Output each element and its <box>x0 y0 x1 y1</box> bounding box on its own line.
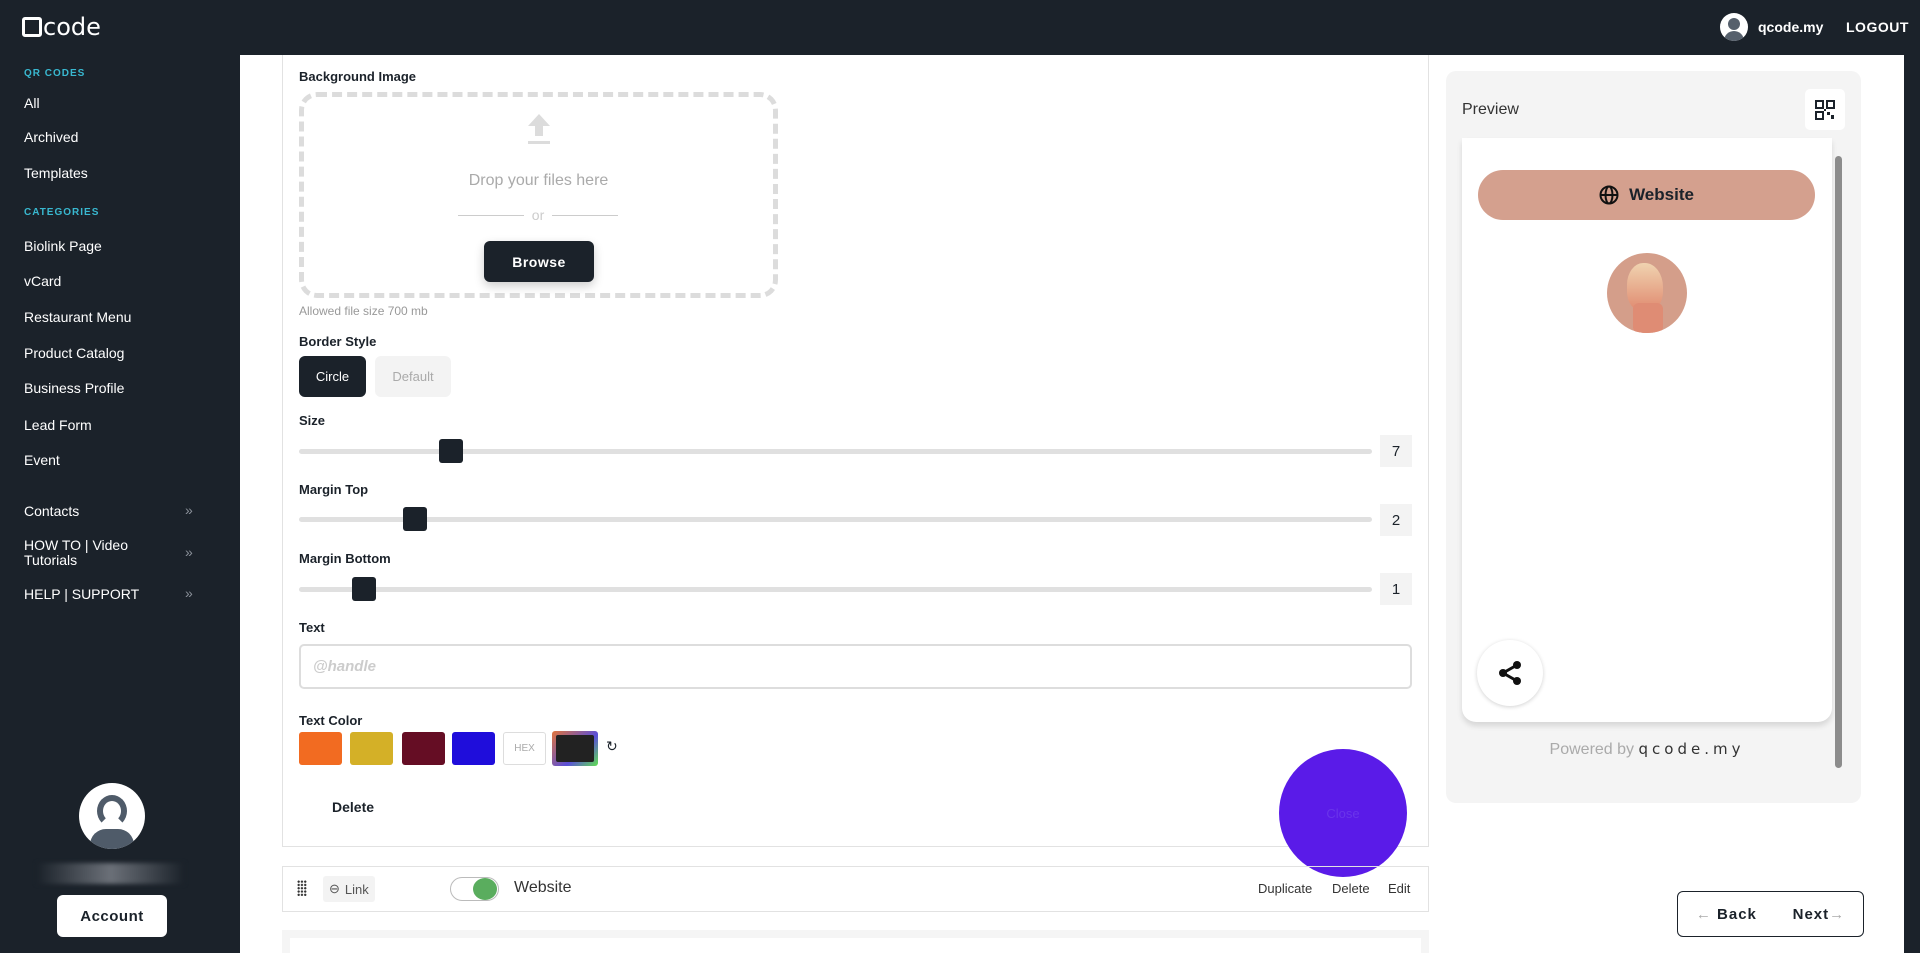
logo-text: code <box>43 13 101 41</box>
logout-button[interactable]: LOGOUT <box>1846 19 1909 35</box>
qr-code-icon <box>1815 99 1835 120</box>
margin-top-label: Margin Top <box>299 482 369 497</box>
chevron-double-right-icon[interactable]: » <box>185 585 193 601</box>
margin-bottom-slider[interactable] <box>299 587 1372 592</box>
border-style-circle[interactable]: Circle <box>299 356 366 397</box>
color-swatch-maroon[interactable] <box>402 732 445 765</box>
link-icon: ⊖ <box>329 881 340 896</box>
arrow-right-icon: → <box>1829 905 1846 923</box>
close-button[interactable]: Close <box>1279 749 1407 877</box>
duplicate-link-button[interactable]: Duplicate <box>1258 881 1312 896</box>
chevron-double-right-icon[interactable]: » <box>185 544 193 560</box>
text-label: Text <box>299 620 325 635</box>
color-swatch-yellow[interactable] <box>350 732 393 765</box>
link-type-badge: ⊖ Link <box>323 876 375 902</box>
powered-by-text: Powered by <box>1549 741 1635 758</box>
sidebar-item-product-catalog[interactable]: Product Catalog <box>24 346 124 361</box>
size-value: 7 <box>1380 435 1412 467</box>
account-button[interactable]: Account <box>57 895 167 937</box>
preview-title: Preview <box>1462 101 1519 118</box>
link-name: Website <box>514 879 572 896</box>
sidebar-item-business-profile[interactable]: Business Profile <box>24 381 124 396</box>
text-color-label: Text Color <box>299 713 363 728</box>
hex-input-button[interactable]: HEX <box>503 732 546 765</box>
margin-bottom-value: 1 <box>1380 573 1412 605</box>
margin-top-slider-thumb[interactable] <box>403 507 427 531</box>
qr-code-button[interactable] <box>1805 89 1845 130</box>
delete-block-button[interactable]: Delete <box>332 799 374 815</box>
back-button[interactable]: ← Back <box>1696 906 1757 923</box>
chevron-double-right-icon[interactable]: » <box>185 502 193 518</box>
drag-handle-icon[interactable] <box>297 880 307 896</box>
globe-icon <box>1599 185 1619 205</box>
color-picker[interactable] <box>552 731 598 766</box>
next-block-card <box>282 930 1429 953</box>
username: qcode.my <box>1758 19 1824 35</box>
selected-color-preview <box>556 735 594 762</box>
margin-top-value: 2 <box>1380 504 1412 536</box>
sidebar-item-templates[interactable]: Templates <box>24 166 88 181</box>
close-label: Close <box>1326 805 1360 821</box>
account-avatar-icon <box>79 783 145 849</box>
wizard-nav: ← Back Next→ <box>1677 891 1864 937</box>
color-swatch-orange[interactable] <box>299 732 342 765</box>
delete-link-button[interactable]: Delete <box>1332 881 1370 896</box>
size-slider-thumb[interactable] <box>439 439 463 463</box>
margin-top-slider[interactable] <box>299 517 1372 522</box>
margin-bottom-label: Margin Bottom <box>299 551 391 566</box>
sidebar-item-vcard[interactable]: vCard <box>24 274 61 289</box>
sidebar-item-event[interactable]: Event <box>24 453 60 468</box>
sidebar-item-archived[interactable]: Archived <box>24 130 78 145</box>
sidebar-item-all[interactable]: All <box>24 96 40 111</box>
next-button[interactable]: Next→ <box>1793 906 1846 923</box>
sidebar-item-contacts[interactable]: Contacts <box>24 504 79 519</box>
share-button[interactable] <box>1477 640 1543 706</box>
user-avatar-icon <box>1720 13 1748 41</box>
preview-website-button[interactable]: Website <box>1478 170 1815 220</box>
margin-bottom-slider-thumb[interactable] <box>352 577 376 601</box>
text-input[interactable] <box>299 644 1412 689</box>
upload-icon <box>528 114 550 144</box>
back-label: Back <box>1717 905 1757 923</box>
link-type-label: Link <box>344 881 369 897</box>
sidebar-item-restaurant-menu[interactable]: Restaurant Menu <box>24 310 131 325</box>
sidebar-item-help-support[interactable]: HELP | SUPPORT <box>24 587 139 602</box>
reset-color-icon[interactable]: ↻ <box>606 738 618 755</box>
section-qr-codes: QR CODES <box>24 68 86 79</box>
logo-mark-icon <box>22 17 42 37</box>
share-icon <box>1499 661 1521 685</box>
next-label: Next <box>1792 905 1830 923</box>
website-button-label: Website <box>1629 185 1694 204</box>
top-header: code qcode.my LOGOUT <box>0 0 1920 55</box>
background-image-label: Background Image <box>299 69 417 84</box>
size-label: Size <box>299 413 326 428</box>
allowed-file-size: Allowed file size 700 mb <box>299 304 428 318</box>
qcode-logo[interactable]: code <box>22 13 101 41</box>
phone-preview <box>1462 138 1832 722</box>
sidebar-item-lead-form[interactable]: Lead Form <box>24 418 92 433</box>
profile-avatar-image <box>1607 253 1687 333</box>
section-categories: CATEGORIES <box>24 207 100 218</box>
edit-link-button[interactable]: Edit <box>1388 881 1410 896</box>
border-style-default[interactable]: Default <box>375 356 451 397</box>
drop-text: Drop your files here <box>468 172 609 189</box>
browse-button[interactable]: Browse <box>484 241 594 282</box>
powered-by: Powered by qcode.my <box>1462 740 1832 759</box>
or-divider: or <box>458 207 619 223</box>
blurred-account-name <box>37 863 184 884</box>
preview-scrollbar[interactable] <box>1833 142 1843 782</box>
sidebar-item-video-tutorials[interactable]: HOW TO | Video Tutorials <box>24 538 154 568</box>
border-style-label: Border Style <box>299 334 377 349</box>
arrow-left-icon: ← <box>1695 905 1718 923</box>
user-menu[interactable]: qcode.my <box>1720 13 1823 41</box>
powered-by-brand[interactable]: qcode.my <box>1639 740 1745 758</box>
color-swatch-blue[interactable] <box>452 732 495 765</box>
or-text: or <box>531 207 545 223</box>
sidebar-item-biolink[interactable]: Biolink Page <box>24 239 102 254</box>
link-enabled-toggle[interactable] <box>450 877 499 901</box>
